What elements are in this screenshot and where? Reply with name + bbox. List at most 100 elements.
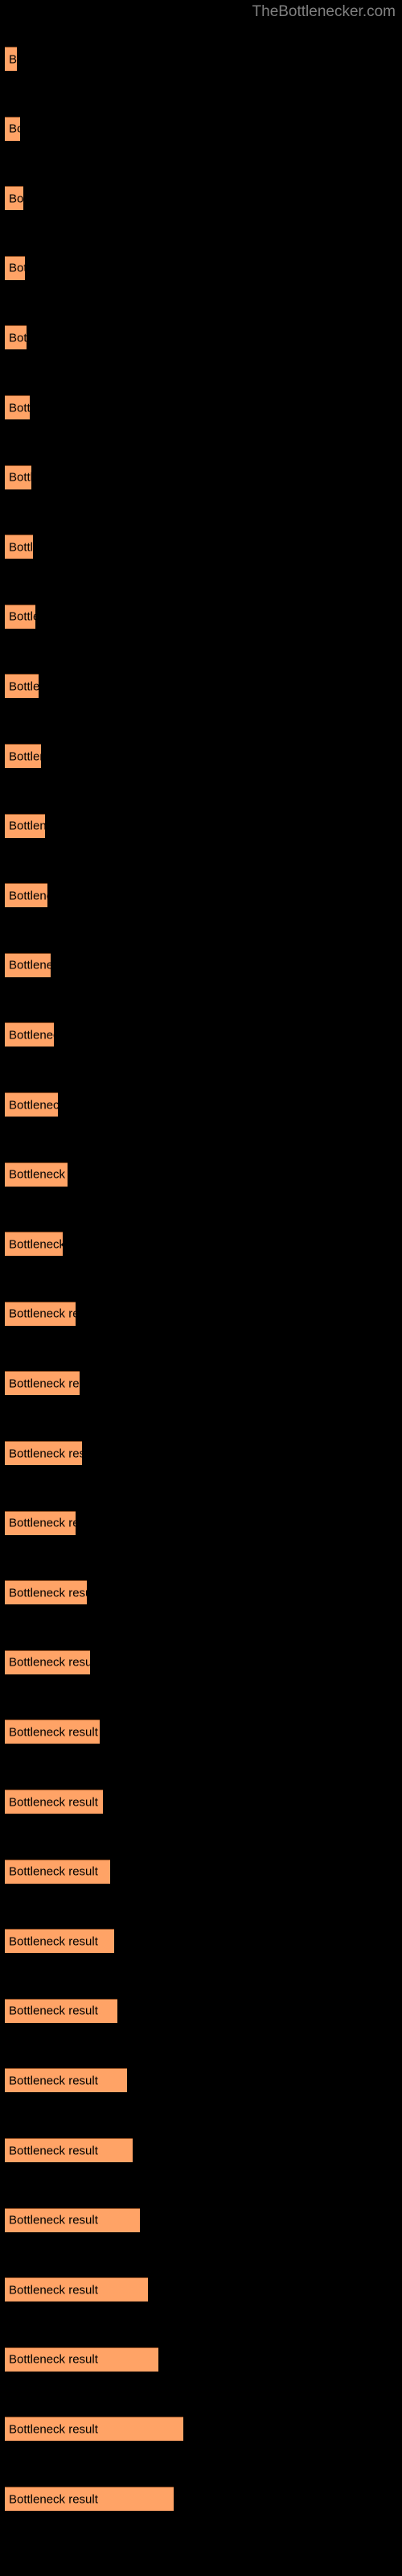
page-root: TheBottlenecker.com Bottleneck resultBot… xyxy=(0,0,402,2576)
bar-label: Bottleneck result xyxy=(9,749,41,763)
bar-row: Bottleneck result xyxy=(0,2347,402,2372)
bar-row: Bottleneck result xyxy=(0,2068,402,2093)
bar-label: Bottleneck result xyxy=(9,1795,98,1809)
bar-label: Bottleneck result xyxy=(9,609,35,624)
bar[interactable]: Bottleneck result xyxy=(5,325,27,350)
bar-row: Bottleneck result xyxy=(0,2207,402,2233)
bar-row: Bottleneck result xyxy=(0,1232,402,1257)
bar-row: Bottleneck result xyxy=(0,2138,402,2163)
bar-row: Bottleneck result xyxy=(0,1790,402,1814)
bar-label: Bottleneck result xyxy=(9,401,30,415)
bar[interactable]: Bottleneck result xyxy=(5,1301,76,1326)
bar-label: Bottleneck result xyxy=(9,1098,58,1112)
bar[interactable]: Bottleneck result xyxy=(5,2347,158,2372)
bar-row: Bottleneck result xyxy=(0,1719,402,1744)
bar-label: Bottleneck result xyxy=(9,2283,98,2297)
bar-label: Bottleneck result xyxy=(9,2352,98,2367)
bar-label: Bottleneck result xyxy=(9,819,45,833)
bar-row: Bottleneck result xyxy=(0,1859,402,1885)
bar-label: Bottleneck result xyxy=(9,1028,54,1042)
bar-label: Bottleneck result xyxy=(9,2492,98,2506)
bar-row: Bottleneck result xyxy=(0,2417,402,2442)
bar-row: Bottleneck result xyxy=(0,1580,402,1605)
bar[interactable]: Bottleneck result xyxy=(5,2277,148,2302)
bar-label: Bottleneck result xyxy=(9,1237,63,1252)
bar-label: Bottleneck result xyxy=(9,958,51,972)
bar[interactable]: Bottleneck result xyxy=(5,604,35,629)
bar-row: Bottleneck result xyxy=(0,395,402,420)
bar[interactable]: Bottleneck result xyxy=(5,813,45,838)
bar-label: Bottleneck result xyxy=(9,1586,87,1600)
bar-row: Bottleneck result xyxy=(0,1092,402,1117)
bar[interactable]: Bottleneck result xyxy=(5,47,17,71)
bar[interactable]: Bottleneck result xyxy=(5,1649,90,1674)
bar[interactable]: Bottleneck result xyxy=(5,395,30,419)
bar-label: Bottleneck result xyxy=(9,679,39,694)
bar-label: Bottleneck result xyxy=(9,1934,98,1949)
bar[interactable]: Bottleneck result xyxy=(5,744,41,768)
bar-row: Bottleneck result xyxy=(0,2487,402,2512)
bar-label: Bottleneck result xyxy=(9,1307,76,1321)
bar-label: Bottleneck result xyxy=(9,2074,98,2088)
bar[interactable]: Bottleneck result xyxy=(5,952,51,977)
bar-label: Bottleneck result xyxy=(9,1725,98,1740)
bar[interactable]: Bottleneck result xyxy=(5,1371,80,1396)
bar-label: Bottleneck result xyxy=(9,1516,76,1530)
bar-row: Bottleneck result xyxy=(0,1371,402,1396)
bar[interactable]: Bottleneck result xyxy=(5,1719,100,1744)
bar[interactable]: Bottleneck result xyxy=(5,2487,174,2511)
bar-label: Bottleneck result xyxy=(9,470,31,485)
bar-row: Bottleneck result xyxy=(0,1301,402,1327)
bar[interactable]: Bottleneck result xyxy=(5,883,47,908)
bar-row: Bottleneck result xyxy=(0,674,402,699)
bar[interactable]: Bottleneck result xyxy=(5,464,31,489)
bar-row: Bottleneck result xyxy=(0,325,402,350)
bar[interactable]: Bottleneck result xyxy=(5,1580,87,1605)
bar[interactable]: Bottleneck result xyxy=(5,186,23,211)
bar-row: Bottleneck result xyxy=(0,1929,402,1954)
bar-row: Bottleneck result xyxy=(0,255,402,281)
bar-row: Bottleneck result xyxy=(0,883,402,908)
bar[interactable]: Bottleneck result xyxy=(5,1232,63,1257)
bar-row: Bottleneck result xyxy=(0,952,402,978)
bar-label: Bottleneck result xyxy=(9,192,23,206)
bar[interactable]: Bottleneck result xyxy=(5,1998,117,2023)
bar[interactable]: Bottleneck result xyxy=(5,2417,183,2442)
bar[interactable]: Bottleneck result xyxy=(5,1859,110,1884)
bar-row: Bottleneck result xyxy=(0,813,402,839)
bar-label: Bottleneck result xyxy=(9,1377,80,1391)
bar[interactable]: Bottleneck result xyxy=(5,2068,127,2093)
bar[interactable]: Bottleneck result xyxy=(5,535,33,559)
bottleneck-bar-chart: Bottleneck result Bottleneck result Bottle… xyxy=(0,0,402,2576)
bar[interactable]: Bottleneck result xyxy=(5,674,39,699)
bar[interactable]: Bottleneck result xyxy=(5,1022,54,1047)
bar-label: Bottleneck result xyxy=(9,1447,82,1460)
bar-label: Bottleneck result xyxy=(9,2144,98,2157)
bar-row: Bottleneck result xyxy=(0,604,402,630)
bar[interactable]: Bottleneck result xyxy=(5,2207,140,2232)
bar-label: Bottleneck result xyxy=(9,2422,98,2437)
bar-row: Bottleneck result xyxy=(0,2277,402,2302)
bar[interactable]: Bottleneck result xyxy=(5,1092,58,1117)
bar-row: Bottleneck result xyxy=(0,535,402,559)
bar-row: Bottleneck result xyxy=(0,47,402,72)
bar[interactable]: Bottleneck result xyxy=(5,1441,82,1465)
bar-row: Bottleneck result xyxy=(0,464,402,490)
bar[interactable]: Bottleneck result xyxy=(5,1510,76,1535)
bar-label: Bottleneck result xyxy=(9,1655,90,1670)
bar[interactable]: Bottleneck result xyxy=(5,2138,133,2162)
bar[interactable]: Bottleneck result xyxy=(5,255,25,280)
bar[interactable]: Bottleneck result xyxy=(5,116,20,141)
bar-label: Bottleneck result xyxy=(9,331,27,345)
bar[interactable]: Bottleneck result xyxy=(5,1162,68,1187)
bar-label: Bottleneck result xyxy=(9,122,20,136)
bar-row: Bottleneck result xyxy=(0,116,402,142)
bar-row: Bottleneck result xyxy=(0,1441,402,1466)
bar-label: Bottleneck result xyxy=(9,52,17,66)
bar[interactable]: Bottleneck result xyxy=(5,1929,114,1954)
bar-row: Bottleneck result xyxy=(0,744,402,769)
bar-label: Bottleneck result xyxy=(9,1167,68,1182)
bar[interactable]: Bottleneck result xyxy=(5,1790,103,1814)
bar-label: Bottleneck result xyxy=(9,2213,98,2227)
bar-label: Bottleneck result xyxy=(9,889,47,903)
